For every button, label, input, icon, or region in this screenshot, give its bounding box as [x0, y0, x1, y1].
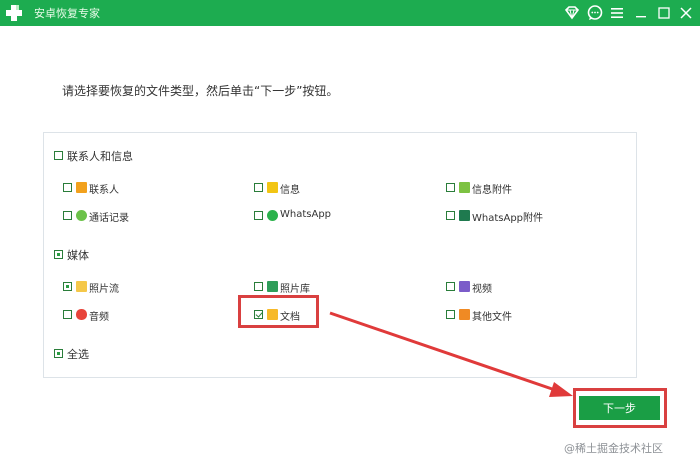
group-contacts-label: 联系人和信息 — [67, 150, 133, 163]
title-bar: 安卓恢复专家 — [0, 0, 700, 26]
maximize-icon[interactable] — [654, 3, 674, 23]
video-icon — [459, 281, 470, 292]
other-files-icon — [459, 309, 470, 320]
group-media-label: 媒体 — [67, 249, 89, 262]
whatsapp-checkbox[interactable] — [254, 211, 263, 220]
call-log-checkbox[interactable] — [63, 211, 72, 220]
whatsapp-attachment-icon — [459, 210, 470, 221]
photo-library-icon — [267, 281, 278, 292]
file-type-panel: 联系人和信息 联系人 信息 信息附件 通话记录 WhatsApp WhatsAp… — [43, 132, 637, 378]
documents-highlight-box — [238, 295, 319, 328]
other-files-checkbox[interactable] — [446, 310, 455, 319]
whatsapp-icon — [267, 210, 278, 221]
attachment-checkbox[interactable] — [446, 183, 455, 192]
messages-label: 信息 — [280, 185, 300, 196]
menu-icon[interactable] — [607, 3, 627, 23]
photo-stream-label: 照片流 — [89, 284, 119, 295]
app-logo-icon — [6, 5, 22, 21]
audio-checkbox[interactable] — [63, 310, 72, 319]
whatsapp-label: WhatsApp — [280, 209, 332, 220]
minimize-icon[interactable] — [631, 3, 651, 23]
group-contacts-checkbox[interactable] — [54, 151, 63, 160]
other-files-label: 其他文件 — [472, 312, 512, 323]
watermark-text: @稀土掘金技术社区 — [564, 442, 663, 455]
window-title: 安卓恢复专家 — [34, 7, 100, 20]
contacts-label: 联系人 — [89, 185, 119, 196]
whatsapp-attachment-checkbox[interactable] — [446, 211, 455, 220]
photo-stream-checkbox[interactable] — [63, 282, 72, 291]
contacts-checkbox[interactable] — [63, 183, 72, 192]
photo-library-label: 照片库 — [280, 284, 310, 295]
next-button[interactable]: 下一步 — [579, 396, 660, 420]
select-all-checkbox[interactable] — [54, 349, 63, 358]
audio-label: 音频 — [89, 312, 109, 323]
select-all-label: 全选 — [67, 348, 89, 361]
phone-icon — [76, 210, 87, 221]
video-label: 视频 — [472, 284, 492, 295]
call-log-label: 通话记录 — [89, 213, 129, 224]
photo-stream-icon — [76, 281, 87, 292]
messages-icon — [267, 182, 278, 193]
attachment-label: 信息附件 — [472, 185, 512, 196]
whatsapp-attachment-label: WhatsApp附件 — [472, 213, 544, 224]
messages-checkbox[interactable] — [254, 183, 263, 192]
video-checkbox[interactable] — [446, 282, 455, 291]
contacts-icon — [76, 182, 87, 193]
instruction-text: 请选择要恢复的文件类型，然后单击“下一步”按钮。 — [62, 84, 339, 98]
photo-library-checkbox[interactable] — [254, 282, 263, 291]
audio-icon — [76, 309, 87, 320]
chat-icon[interactable] — [585, 3, 605, 23]
group-media-checkbox[interactable] — [54, 250, 63, 259]
attachment-icon — [459, 182, 470, 193]
close-icon[interactable] — [676, 3, 696, 23]
diamond-icon[interactable] — [562, 3, 582, 23]
